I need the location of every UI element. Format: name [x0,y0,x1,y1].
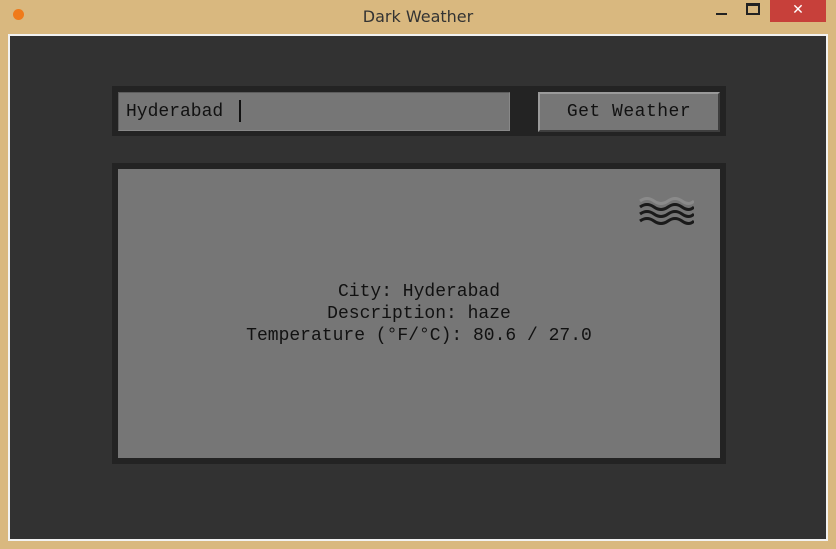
title-bar: Dark Weather ✕ [0,0,836,34]
search-bar: Get Weather [112,86,726,136]
text-cursor [239,100,241,122]
city-input[interactable] [118,92,510,131]
close-button[interactable]: ✕ [770,0,826,22]
weather-info: City: Hyderabad Description: haze Temper… [118,281,720,347]
description-line: Description: haze [327,304,511,324]
result-frame: City: Hyderabad Description: haze Temper… [112,163,726,464]
app-background: Get Weather City: Hyderabad Description:… [10,36,826,539]
result-panel: City: Hyderabad Description: haze Temper… [118,169,720,458]
get-weather-button[interactable]: Get Weather [538,92,720,132]
minimize-button[interactable] [706,0,736,22]
haze-icon [639,197,694,225]
city-line: City: Hyderabad [337,282,501,302]
temperature-line: Temperature (°F/°C): 80.6 / 27.0 [246,326,592,346]
window-client: Get Weather City: Hyderabad Description:… [8,34,828,541]
maximize-button[interactable] [738,0,768,22]
